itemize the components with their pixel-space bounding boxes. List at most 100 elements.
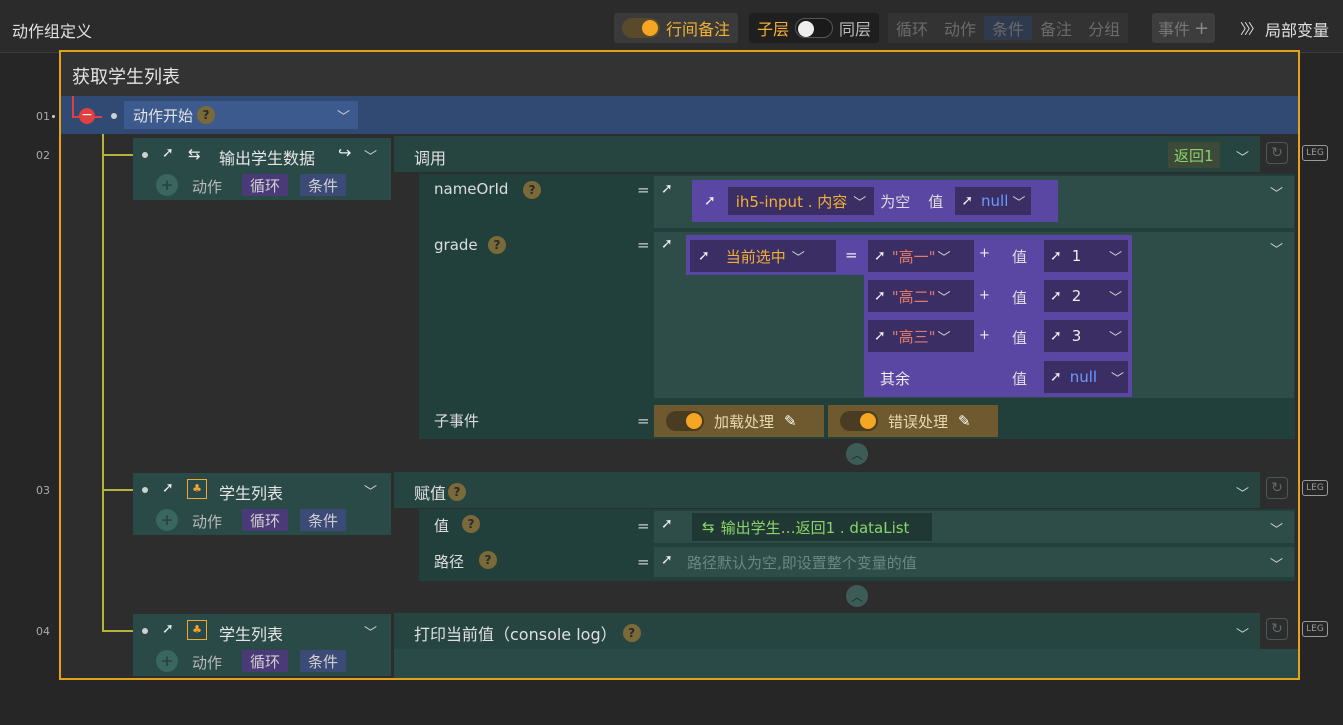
path-label: 路径 bbox=[434, 553, 465, 571]
sub-action[interactable]: 动作 bbox=[192, 652, 222, 673]
toolbar-note[interactable]: 备注 bbox=[1032, 16, 1080, 40]
cursor-icon[interactable]: ➚ bbox=[661, 181, 673, 197]
sub-action[interactable]: 动作 bbox=[192, 511, 222, 532]
edit-icon[interactable]: ✎ bbox=[784, 412, 797, 430]
refresh-icon[interactable]: ↻ bbox=[1266, 477, 1288, 499]
case-match-2[interactable]: ➚ "高二" ﹀ bbox=[868, 280, 974, 312]
help-icon[interactable]: ? bbox=[197, 106, 216, 124]
help-icon[interactable]: ? bbox=[462, 515, 480, 533]
cursor-icon[interactable]: ➚ bbox=[874, 328, 886, 344]
toolbar-action[interactable]: 动作 bbox=[936, 16, 984, 40]
sub-loop[interactable]: 循环 bbox=[242, 650, 289, 672]
sub-loop[interactable]: 循环 bbox=[242, 509, 289, 531]
cursor-icon[interactable]: ➚ bbox=[698, 248, 710, 264]
chevron-down-icon[interactable]: ﹀ bbox=[364, 481, 377, 500]
add-icon[interactable]: + bbox=[156, 650, 178, 672]
error-handler[interactable]: 错误处理 ✎ bbox=[828, 405, 998, 437]
param-nameorid-label: nameOrId bbox=[434, 180, 509, 198]
cursor-icon[interactable]: ➚ bbox=[874, 248, 886, 264]
chevron-down-icon[interactable]: ﹀ bbox=[1236, 624, 1249, 643]
chevron-down-icon[interactable]: ﹀ bbox=[1236, 147, 1249, 166]
null-select[interactable]: ➚ null ﹀ bbox=[955, 187, 1032, 215]
return-badge[interactable]: 返回1 bbox=[1168, 142, 1220, 168]
toolbar-group[interactable]: 分组 bbox=[1080, 16, 1128, 40]
add-icon[interactable]: + bbox=[156, 509, 178, 531]
cursor-icon[interactable]: ➚ bbox=[661, 552, 673, 568]
remove-icon[interactable]: − bbox=[79, 108, 95, 124]
layer-switch[interactable] bbox=[795, 18, 834, 38]
sub-action[interactable]: 动作 bbox=[192, 176, 222, 197]
cursor-icon[interactable]: ➚ bbox=[1050, 248, 1062, 264]
case-match-3[interactable]: ➚ "高三" ﹀ bbox=[868, 320, 974, 352]
case-value-3[interactable]: ➚ 3 ﹀ bbox=[1044, 320, 1128, 352]
chevron-down-icon[interactable]: ﹀ bbox=[364, 622, 377, 641]
toggle-switch[interactable] bbox=[622, 18, 660, 38]
help-icon[interactable]: ? bbox=[488, 236, 506, 254]
tree-line bbox=[102, 134, 104, 631]
event-button[interactable]: 事件 + bbox=[1152, 13, 1216, 43]
cursor-icon[interactable]: ➚ bbox=[704, 193, 716, 209]
toolbar-loop[interactable]: 循环 bbox=[888, 16, 936, 40]
assign-type: 赋值 ? bbox=[414, 480, 467, 504]
chevron-down-icon: ﹀ bbox=[1108, 290, 1122, 306]
chevron-down-icon[interactable]: ﹀ bbox=[1270, 183, 1283, 202]
help-icon[interactable]: ? bbox=[523, 181, 541, 199]
case-value-1[interactable]: ➚ 1 ﹀ bbox=[1044, 240, 1128, 272]
sub-loop[interactable]: 循环 bbox=[242, 174, 289, 196]
cursor-icon[interactable]: ➚ bbox=[661, 236, 673, 252]
chevron-down-icon[interactable]: ﹀ bbox=[1270, 519, 1283, 538]
assign-value-expr[interactable]: ⇆ 输出学生…返回1 . dataList bbox=[692, 513, 932, 541]
chevron-down-icon[interactable]: ﹀ bbox=[364, 146, 377, 165]
cursor-icon[interactable]: ➚ bbox=[1050, 288, 1062, 304]
plus-icon: + bbox=[979, 246, 990, 261]
loading-toggle[interactable] bbox=[666, 411, 704, 431]
line-number-01: 01 bbox=[36, 110, 50, 123]
chevron-down-icon[interactable]: ﹀ bbox=[1270, 554, 1283, 573]
log-icon[interactable]: LEG bbox=[1302, 621, 1328, 637]
help-icon[interactable]: ? bbox=[622, 624, 641, 642]
chevron-down-icon[interactable]: ﹀ bbox=[1270, 239, 1283, 258]
cursor-icon[interactable]: ➚ bbox=[162, 480, 174, 496]
edit-icon[interactable]: ✎ bbox=[958, 412, 971, 430]
case-value-2[interactable]: ➚ 2 ﹀ bbox=[1044, 280, 1128, 312]
current-selected-label: 当前选中 bbox=[725, 247, 786, 266]
sub-condition[interactable]: 条件 bbox=[300, 509, 347, 531]
event-label: 事件 bbox=[1158, 20, 1191, 39]
help-icon[interactable]: ? bbox=[479, 551, 497, 569]
cursor-icon[interactable]: ➚ bbox=[1050, 328, 1062, 344]
action-start-label: 动作开始 bbox=[133, 106, 194, 125]
action-start-block[interactable]: 动作开始 ? ﹀ bbox=[124, 101, 358, 129]
inline-note-toggle[interactable]: 行间备注 bbox=[614, 13, 739, 43]
log-icon[interactable]: LEG bbox=[1302, 145, 1328, 161]
chevron-down-icon[interactable]: ﹀ bbox=[1236, 483, 1249, 502]
cursor-icon[interactable]: ➚ bbox=[1050, 369, 1062, 385]
chevron-down-icon: ﹀ bbox=[1012, 195, 1026, 211]
loading-handler[interactable]: 加载处理 ✎ bbox=[654, 405, 824, 437]
log-icon[interactable]: LEG bbox=[1302, 480, 1328, 496]
add-icon[interactable]: + bbox=[156, 174, 178, 196]
case-3-match: "高三" bbox=[891, 327, 936, 346]
layer-toggle[interactable]: 子层 同层 bbox=[749, 13, 880, 43]
collapse-up-icon[interactable]: ︿ bbox=[846, 585, 868, 607]
error-toggle[interactable] bbox=[840, 411, 878, 431]
nameorid-field-select[interactable]: ih5-input . 内容 ﹀ bbox=[727, 187, 875, 215]
cursor-icon[interactable]: ➚ bbox=[661, 516, 673, 532]
current-selected-select[interactable]: ➚ 当前选中 ﹀ bbox=[690, 240, 836, 272]
case-match-1[interactable]: ➚ "高一" ﹀ bbox=[868, 240, 974, 272]
jump-icon[interactable]: ↪ bbox=[338, 143, 351, 162]
cursor-icon[interactable]: ➚ bbox=[162, 145, 174, 161]
cursor-icon[interactable]: ➚ bbox=[874, 288, 886, 304]
refresh-icon[interactable]: ↻ bbox=[1266, 618, 1288, 640]
chevron-down-icon[interactable]: ﹀ bbox=[337, 106, 350, 125]
local-var-button[interactable]: 〉〉〉 局部变量 bbox=[1240, 17, 1329, 41]
collapse-up-icon[interactable]: ︿ bbox=[846, 443, 868, 465]
toolbar-condition[interactable]: 条件 bbox=[984, 16, 1033, 40]
else-value[interactable]: ➚ null ﹀ bbox=[1044, 361, 1128, 393]
cursor-icon[interactable]: ➚ bbox=[961, 193, 973, 209]
sub-condition[interactable]: 条件 bbox=[300, 174, 347, 196]
cursor-icon[interactable]: ➚ bbox=[162, 621, 174, 637]
refresh-icon[interactable]: ↻ bbox=[1266, 142, 1288, 164]
equals-sign: = bbox=[637, 181, 650, 199]
sub-condition[interactable]: 条件 bbox=[300, 650, 347, 672]
help-icon[interactable]: ? bbox=[448, 483, 467, 501]
